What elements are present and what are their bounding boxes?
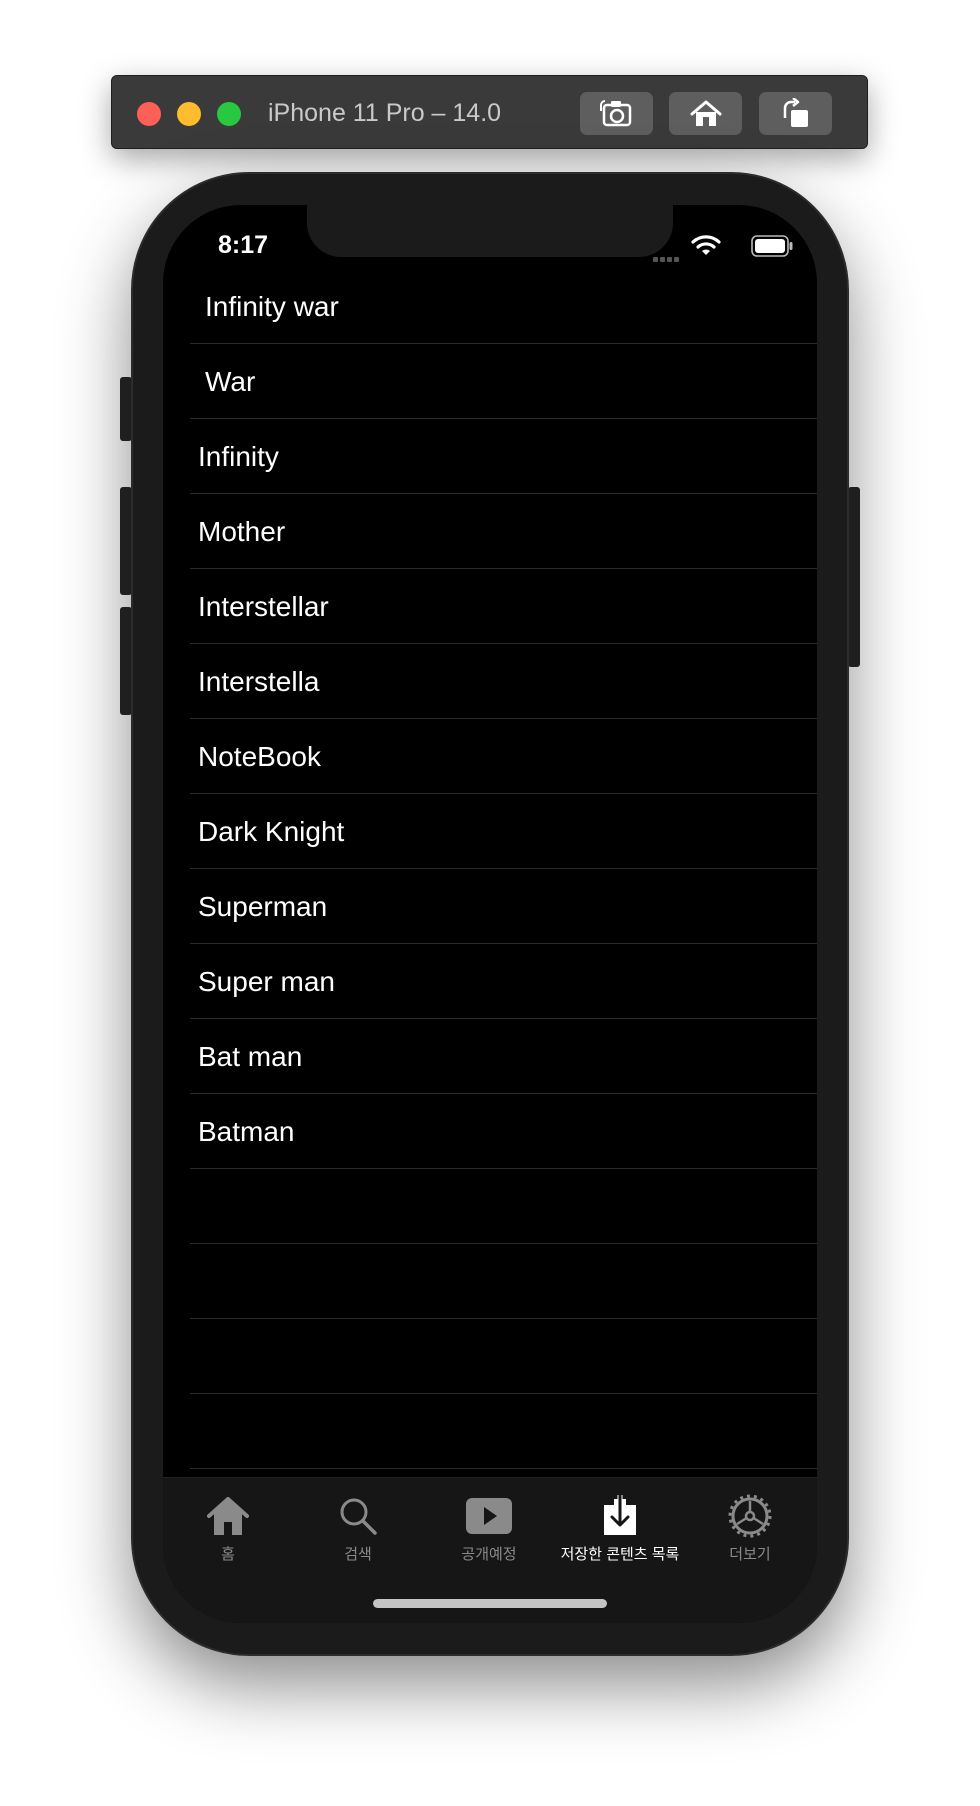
table-row[interactable]: Infinity [190,419,817,494]
tab-search[interactable]: 검색 [293,1492,423,1564]
tab-coming-soon[interactable]: 공개예정 [424,1492,554,1564]
screenshot-icon [599,99,631,126]
row-title: Infinity war [205,291,339,322]
tab-saved-content[interactable]: 저장한 콘텐츠 목록 [555,1492,685,1564]
close-window-button[interactable] [137,102,161,126]
search-icon [340,1498,377,1535]
table-row[interactable]: War [190,344,817,419]
row-title: Batman [198,1116,295,1147]
empty-table-row [190,1244,817,1319]
row-title: Bat man [198,1041,303,1072]
tab-more[interactable]: 더보기 [685,1492,815,1564]
simulator-title: iPhone 11 Pro – 14.0 [268,99,502,127]
tab-home[interactable]: 홈 [163,1492,293,1564]
row-title: Superman [198,891,328,922]
row-title: NoteBook [198,741,321,772]
empty-table-row [190,1319,817,1394]
tab-coming-soon-label: 공개예정 [461,1546,517,1563]
gear-icon [728,1494,772,1538]
tab-home-label: 홈 [221,1546,235,1563]
download-icon [604,1495,636,1535]
status-icons [633,233,793,262]
minimize-window-button[interactable] [177,102,201,126]
table-row[interactable]: Superman [190,869,817,944]
table-row[interactable]: Super man [190,944,817,1019]
phone-screen: 8:17 Infinity war War Infinity Mother Inters… [163,205,817,1623]
cellular-signal-icon [653,249,681,267]
wifi-icon [691,235,721,255]
table-row[interactable]: NoteBook [190,719,817,794]
home-icon [207,1497,249,1535]
battery-icon [751,235,793,257]
status-time: 8:17 [218,231,269,259]
table-row[interactable]: Interstella [190,644,817,719]
rotate-button[interactable] [759,92,832,135]
row-title: Dark Knight [198,816,345,847]
tab-saved-content-label: 저장한 콘텐츠 목록 [560,1546,680,1563]
table-row[interactable]: Interstellar [190,569,817,644]
table-row[interactable]: Dark Knight [190,794,817,869]
home-indicator [373,1599,607,1608]
rotate-icon [783,97,808,127]
home-icon [690,100,721,126]
table-row[interactable]: Mother [190,494,817,569]
play-icon [466,1498,512,1534]
tab-more-label: 더보기 [729,1546,771,1563]
row-title: Interstellar [198,591,329,622]
empty-table-row [190,1169,817,1244]
empty-table-row [190,1394,817,1469]
table-row[interactable]: Batman [190,1094,817,1169]
saved-content-list[interactable]: Infinity war War Infinity Mother Interstella… [163,269,817,1469]
row-title: Mother [198,516,286,547]
screenshot-button[interactable] [580,92,653,135]
zoom-window-button[interactable] [217,102,241,126]
tab-search-label: 검색 [344,1546,372,1563]
row-title: Infinity [198,441,279,472]
home-button[interactable] [669,92,742,135]
table-row[interactable]: Bat man [190,1019,817,1094]
row-title: Super man [198,966,335,997]
side-power-button[interactable] [848,487,860,667]
row-title: Interstella [198,666,320,697]
simulator-title-bar: iPhone 11 Pro – 14.0 [111,75,868,149]
notch [307,205,673,257]
table-row[interactable]: Infinity war [190,269,817,344]
row-title: War [205,366,256,397]
